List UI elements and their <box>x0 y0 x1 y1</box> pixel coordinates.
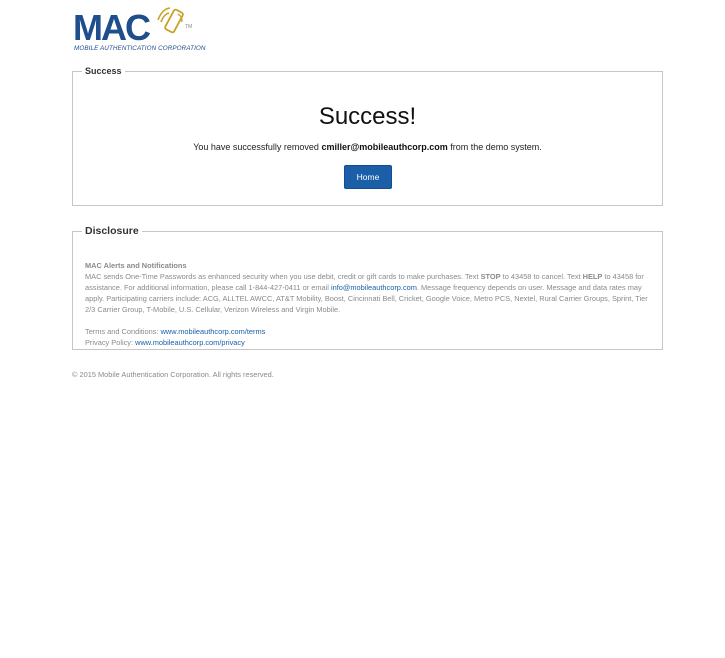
privacy-label: Privacy Policy: <box>85 338 136 347</box>
home-button[interactable]: Home <box>344 165 392 189</box>
terms-label: Terms and Conditions: <box>85 327 161 336</box>
message-suffix: from the demo system. <box>447 142 542 152</box>
phone-signal-icon <box>157 7 184 34</box>
message-prefix: You have successfully removed <box>193 142 322 152</box>
disclosure-text: MAC Alerts and Notifications MAC sends O… <box>85 260 652 315</box>
terms-row: Terms and Conditions: www.mobileauthcorp… <box>85 326 265 337</box>
success-legend: Success <box>85 66 122 76</box>
disclosure-links: Terms and Conditions: www.mobileauthcorp… <box>85 326 265 348</box>
mac-logo[interactable]: MAC TM MOBILE AUTHENTICATION CORPORATION <box>73 4 205 54</box>
disclosure-heading: MAC Alerts and Notifications <box>85 261 187 270</box>
help-keyword: HELP <box>582 272 603 281</box>
copyright-footer: © 2015 Mobile Authentication Corporation… <box>72 370 274 379</box>
disclosure-text-2: to 43458 to cancel. Text <box>500 272 583 281</box>
privacy-row: Privacy Policy: www.mobileauthcorp.com/p… <box>85 337 265 348</box>
info-email-link[interactable]: info@mobileauthcorp.com <box>331 283 417 292</box>
success-panel: Success Success! You have successfully r… <box>72 66 663 206</box>
disclosure-panel: Disclosure MAC Alerts and Notifications … <box>72 225 663 350</box>
disclosure-paragraph: MAC sends One-Time Passwords as enhanced… <box>85 271 652 315</box>
trademark-mark: TM <box>185 24 193 30</box>
disclosure-legend: Disclosure <box>85 225 139 237</box>
success-message: You have successfully removed cmiller@mo… <box>73 142 662 152</box>
stop-keyword: STOP <box>480 272 501 281</box>
success-heading: Success! <box>318 103 417 130</box>
terms-link[interactable]: www.mobileauthcorp.com/terms <box>161 327 266 336</box>
privacy-link[interactable]: www.mobileauthcorp.com/privacy <box>135 338 245 347</box>
disclosure-text-1: MAC sends One-Time Passwords as enhanced… <box>85 272 481 281</box>
logo-tagline: MOBILE AUTHENTICATION CORPORATION <box>74 45 206 52</box>
removed-email: cmiller@mobileauthcorp.com <box>321 142 448 152</box>
logo-wordmark: MAC <box>73 7 151 48</box>
